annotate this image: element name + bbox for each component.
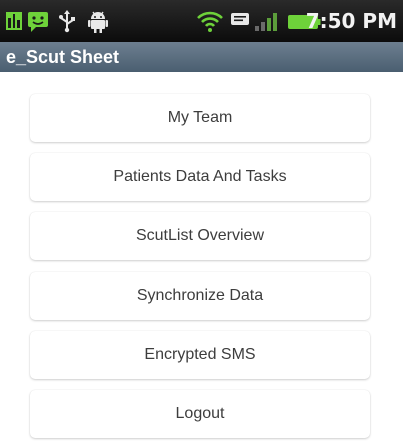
- logout-button[interactable]: Logout: [30, 390, 370, 438]
- scutlist-overview-label: ScutList Overview: [135, 227, 265, 244]
- encrypted-sms-label: Encrypted SMS: [144, 346, 256, 363]
- encrypted-sms-button[interactable]: Encrypted SMS: [30, 331, 370, 379]
- scutlist-overview-button[interactable]: ScutList Overview: [30, 212, 370, 260]
- android-robot-icon: [88, 11, 108, 33]
- android-chat-icon: [28, 12, 48, 32]
- app-title: e_Scut Sheet: [6, 47, 120, 67]
- usb-icon: [59, 10, 75, 33]
- logout-label: Logout: [175, 405, 225, 422]
- signal-icon: [255, 13, 277, 31]
- patients-data-and-tasks-label: Patients Data And Tasks: [113, 168, 287, 185]
- patients-data-and-tasks-button[interactable]: Patients Data And Tasks: [30, 153, 370, 201]
- status-time: 7:50 PM: [305, 9, 397, 33]
- my-team-label: My Team: [167, 109, 233, 126]
- sms-icon: [231, 13, 249, 25]
- device-icon: [6, 12, 22, 30]
- app-title-bar: e_Scut Sheet: [0, 42, 403, 72]
- my-team-button[interactable]: My Team: [30, 94, 370, 142]
- synchronize-data-button[interactable]: Synchronize Data: [30, 272, 370, 320]
- synchronize-data-label: Synchronize Data: [136, 287, 264, 304]
- status-bar: 7:50 PM: [0, 0, 403, 42]
- wifi-icon: [197, 11, 223, 32]
